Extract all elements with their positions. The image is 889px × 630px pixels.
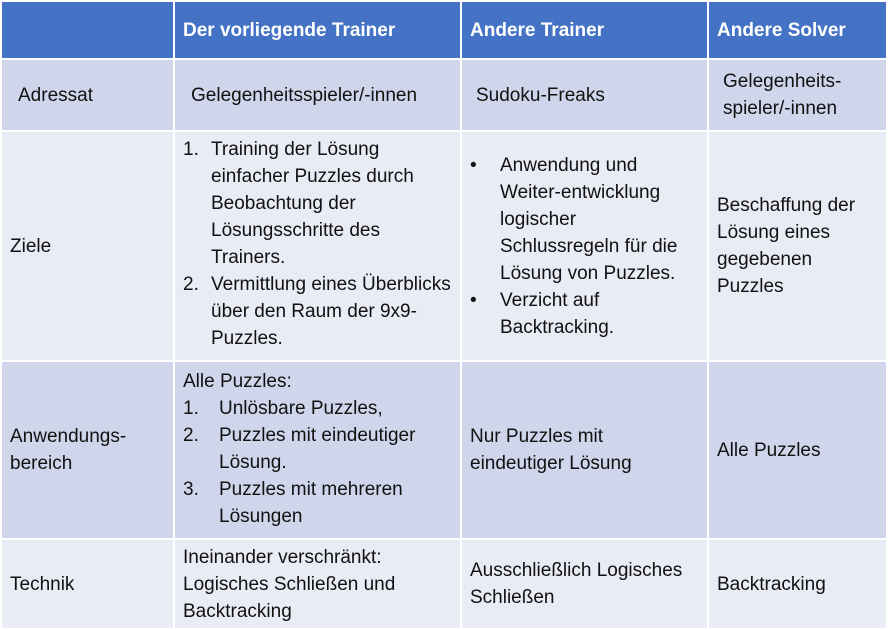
row-label-text: Ziele <box>10 235 52 257</box>
list-item: 1. Training der Lösung einfacher Puzzles … <box>183 136 452 271</box>
cell-anwendung-other-trainers: Nur Puzzles mit eindeutiger Lösung <box>460 360 709 540</box>
bullet-icon: • <box>470 154 477 176</box>
table-row-adressat: Adressat Gelegenheitsspieler/-innen Sudo… <box>0 58 888 132</box>
cell-adressat-trainer: Gelegenheitsspieler/-innen <box>173 58 462 132</box>
list-item-text: Verzicht auf Backtracking. <box>500 289 615 338</box>
cell-text: Sudoku-Freaks <box>476 84 605 106</box>
cell-text: Backtracking <box>717 573 826 595</box>
row-label-text: Adressat <box>18 84 93 106</box>
cell-text: Ineinander verschränkt: Logisches Schlie… <box>183 546 396 622</box>
cell-anwendung-other-solvers: Alle Puzzles <box>707 360 888 540</box>
cell-text: Beschaffung der Lösung eines gegebenen P… <box>717 195 856 297</box>
cell-text: Gelegenheitsspieler/-innen <box>191 84 418 106</box>
list-item: 2. Puzzles mit eindeutiger Lösung. <box>183 422 452 476</box>
row-label-text: Anwendungs-bereich <box>10 426 127 474</box>
header-cell-trainer: Der vorliegende Trainer <box>173 0 462 60</box>
list-item-text: Anwendung und Weiter-entwicklung logisch… <box>500 154 678 284</box>
numbered-list: 1. Training der Lösung einfacher Puzzles … <box>183 136 452 352</box>
cell-technik-other-solvers: Backtracking <box>707 538 888 630</box>
header-cell-other-trainers: Andere Trainer <box>460 0 709 60</box>
list-number: 3. <box>183 479 199 500</box>
cell-adressat-other-solvers: Gelegenheits- spieler/-innen <box>707 58 888 132</box>
table-row-anwendung: Anwendungs-bereich Alle Puzzles: 1. Unlös… <box>0 360 888 540</box>
cell-ziele-other-solvers: Beschaffung der Lösung eines gegebenen P… <box>707 130 888 362</box>
row-label-technik: Technik <box>0 538 175 630</box>
numbered-list: 1. Unlösbare Puzzles, 2. Puzzles mit einde… <box>183 395 452 530</box>
list-item: 3. Puzzles mit mehreren Lösungen <box>183 476 452 530</box>
list-number: 1. <box>183 398 199 419</box>
row-label-adressat: Adressat <box>0 58 175 132</box>
row-label-text: Technik <box>10 573 75 595</box>
cell-technik-other-trainers: Ausschließlich Logisches Schließen <box>460 538 709 630</box>
cell-text-line2: spieler/-innen <box>723 98 838 119</box>
list-item-text: Training der Lösung einfacher Puzzles du… <box>211 139 414 268</box>
list-number: 2. <box>183 425 199 446</box>
cell-text: Nur Puzzles mit eindeutiger Lösung <box>470 426 632 474</box>
header-row: Der vorliegende Trainer Andere Trainer A… <box>0 0 888 60</box>
row-label-anwendung: Anwendungs-bereich <box>0 360 175 540</box>
cell-ziele-trainer: 1. Training der Lösung einfacher Puzzles … <box>173 130 462 362</box>
list-item: 1. Unlösbare Puzzles, <box>183 395 452 422</box>
table-row-technik: Technik Ineinander verschränkt: Logische… <box>0 538 888 630</box>
cell-text: Ausschließlich Logisches Schließen <box>470 560 683 608</box>
cell-anwendung-trainer: Alle Puzzles: 1. Unlösbare Puzzles, 2. Puz… <box>173 360 462 540</box>
list-item-text: Puzzles mit mehreren Lösungen <box>219 479 403 527</box>
table-row-ziele: Ziele 1. Training der Lösung einfacher Pu… <box>0 130 888 362</box>
cell-ziele-other-trainers: • Anwendung und Weiter-entwicklung logisc… <box>460 130 709 362</box>
cell-adressat-other-trainers: Sudoku-Freaks <box>460 58 709 132</box>
list-item-text: Vermittlung eines Überblicks über den Ra… <box>211 274 451 349</box>
bullet-icon: • <box>470 289 477 311</box>
list-item-text: Unlösbare Puzzles, <box>219 398 383 419</box>
list-number: 1. <box>183 139 199 160</box>
header-cell-empty <box>0 0 175 60</box>
list-number: 2. <box>183 274 199 295</box>
comparison-table: Der vorliegende Trainer Andere Trainer A… <box>0 0 888 630</box>
list-intro: Alle Puzzles: <box>183 371 292 392</box>
bullet-list: • Anwendung und Weiter-entwicklung logisc… <box>470 152 699 341</box>
list-item: • Verzicht auf Backtracking. <box>470 287 699 341</box>
list-item: • Anwendung und Weiter-entwicklung logisc… <box>470 152 699 287</box>
list-item-text: Puzzles mit eindeutiger Lösung. <box>219 425 416 473</box>
header-cell-other-solvers: Andere Solver <box>707 0 888 60</box>
list-item: 2. Vermittlung eines Überblicks über den … <box>183 271 452 352</box>
row-label-ziele: Ziele <box>0 130 175 362</box>
cell-text: Alle Puzzles <box>717 439 821 461</box>
cell-technik-trainer: Ineinander verschränkt: Logisches Schlie… <box>173 538 462 630</box>
cell-text-line1: Gelegenheits- <box>723 71 842 92</box>
